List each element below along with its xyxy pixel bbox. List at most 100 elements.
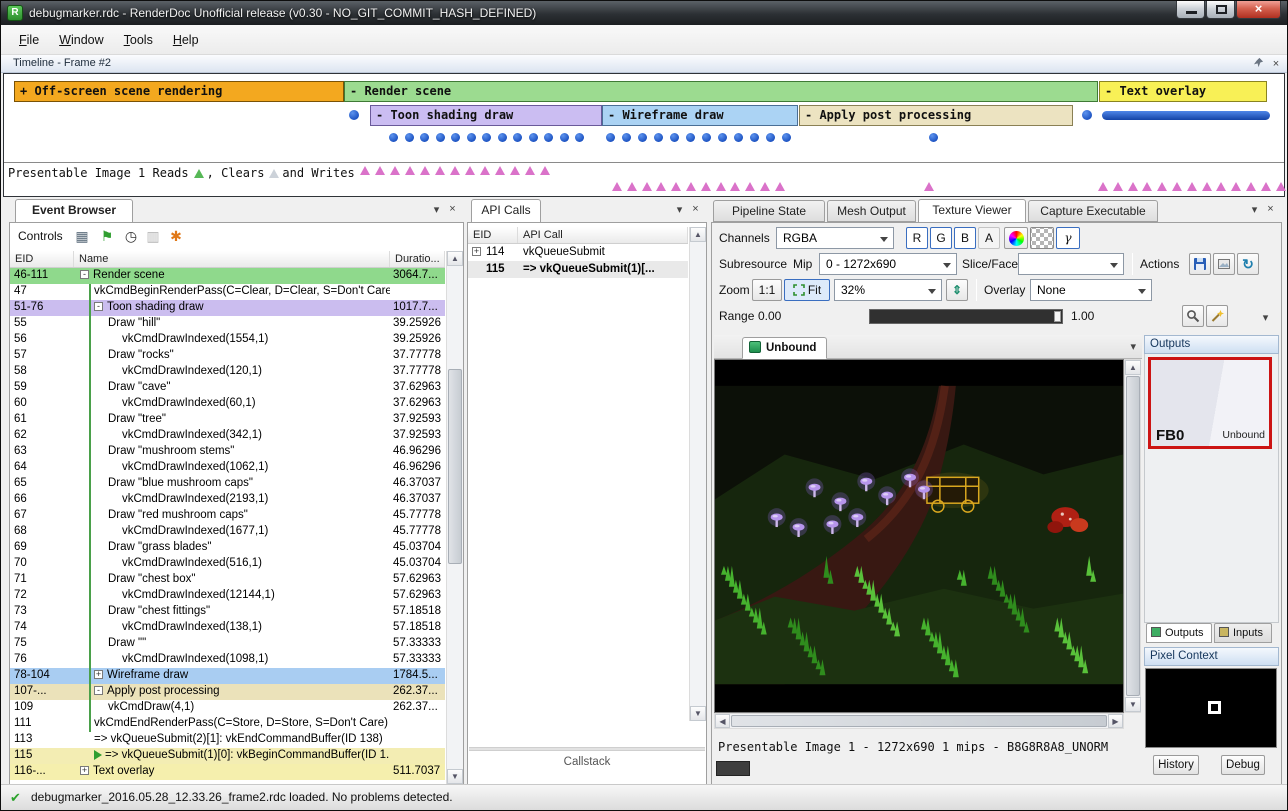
event-row[interactable]: 69Draw "grass blades"45.03704	[10, 540, 445, 556]
tab-texture-viewer[interactable]: Texture Viewer	[918, 199, 1026, 223]
scroll-down-icon[interactable]: ▼	[1125, 697, 1141, 712]
usage-triangle[interactable]	[1128, 182, 1138, 191]
maximize-button[interactable]	[1206, 1, 1235, 19]
channels-select[interactable]: RGBA	[776, 227, 894, 249]
slice-face-select[interactable]	[1018, 253, 1124, 275]
fb0-thumbnail[interactable]: FB0 Unbound	[1148, 357, 1272, 449]
bookmark-star-icon[interactable]: ✱	[166, 226, 186, 246]
usage-triangle[interactable]	[612, 182, 622, 191]
texture-vertical-scrollbar[interactable]: ▲ ▼	[1124, 359, 1141, 713]
callstack-label[interactable]: Callstack	[468, 756, 706, 768]
event-row[interactable]: 76vkCmdDrawIndexed(1098,1)57.33333	[10, 652, 445, 668]
event-row[interactable]: 71Draw "chest box"57.62963	[10, 572, 445, 588]
scroll-right-icon[interactable]: ▶	[1108, 714, 1123, 728]
event-row[interactable]: 113=> vkQueueSubmit(2)[1]: vkEndCommandB…	[10, 732, 445, 748]
alpha-checker-icon[interactable]	[1030, 227, 1054, 249]
overlay-select[interactable]: None	[1030, 279, 1152, 301]
timeline-marker-block[interactable]: - Toon shading draw	[370, 105, 602, 126]
event-browser-scrollbar[interactable]: ▲ ▼	[446, 251, 463, 784]
chevron-down-icon[interactable]: ▾	[1247, 203, 1262, 216]
usage-triangle[interactable]	[1276, 182, 1286, 191]
usage-triangle[interactable]	[405, 166, 415, 175]
texture-tab-unbound[interactable]: Unbound	[742, 337, 827, 359]
event-row[interactable]: 72vkCmdDrawIndexed(12144,1)57.62963	[10, 588, 445, 604]
range-min-value[interactable]: 0.00	[758, 305, 781, 327]
column-api-call[interactable]: API Call	[518, 227, 688, 243]
tab-mesh-output[interactable]: Mesh Output	[827, 200, 916, 222]
event-row[interactable]: 62vkCmdDrawIndexed(342,1)37.92593	[10, 428, 445, 444]
minimize-button[interactable]	[1176, 1, 1205, 19]
draw-call-dot[interactable]	[929, 133, 938, 142]
usage-triangle[interactable]	[510, 166, 520, 175]
usage-triangle[interactable]	[627, 182, 637, 191]
draw-call-dot[interactable]	[482, 133, 491, 142]
event-row[interactable]: 74vkCmdDrawIndexed(138,1)57.18518	[10, 620, 445, 636]
texture-list-dropdown-icon[interactable]: ▾	[1130, 340, 1136, 353]
scroll-thumb[interactable]	[1126, 376, 1140, 696]
menu-help[interactable]: Help	[163, 29, 209, 51]
draw-call-dot[interactable]	[405, 133, 414, 142]
draw-call-dot[interactable]	[702, 133, 711, 142]
tab-api-calls[interactable]: API Calls	[471, 199, 541, 223]
event-row[interactable]: 60vkCmdDrawIndexed(60,1)37.62963	[10, 396, 445, 412]
usage-triangle[interactable]	[525, 166, 535, 175]
tab-capture-executable[interactable]: Capture Executable	[1028, 200, 1158, 222]
close-button[interactable]: ×	[1236, 1, 1281, 19]
usage-triangle[interactable]	[730, 182, 740, 191]
column-name[interactable]: Name	[74, 251, 390, 267]
usage-triangle[interactable]	[540, 166, 550, 175]
usage-triangle[interactable]	[465, 166, 475, 175]
event-row[interactable]: 66vkCmdDrawIndexed(2193,1)46.37037	[10, 492, 445, 508]
usage-triangle[interactable]	[775, 182, 785, 191]
draw-call-pill[interactable]	[1102, 111, 1270, 120]
usage-triangle[interactable]	[1157, 182, 1167, 191]
channel-b-button[interactable]: B	[954, 227, 976, 249]
tab-event-browser[interactable]: Event Browser	[15, 199, 133, 223]
draw-call-dot[interactable]	[654, 133, 663, 142]
scroll-left-icon[interactable]: ◀	[715, 714, 730, 728]
timeline-close-icon[interactable]: ×	[1269, 57, 1283, 71]
scroll-thumb[interactable]	[448, 369, 462, 564]
api-table-header[interactable]: EID API Call	[468, 227, 688, 244]
collapse-icon[interactable]: -	[80, 270, 89, 279]
collapse-icon[interactable]: -	[94, 302, 103, 311]
flip-y-icon[interactable]: ⇕	[946, 279, 968, 301]
event-row[interactable]: 55Draw "hill"39.25926	[10, 316, 445, 332]
scroll-down-icon[interactable]: ▼	[447, 769, 463, 784]
usage-triangle[interactable]	[642, 182, 652, 191]
close-icon[interactable]: ×	[1263, 203, 1278, 215]
event-row[interactable]: 68vkCmdDrawIndexed(1677,1)45.77778	[10, 524, 445, 540]
usage-triangle[interactable]	[656, 182, 666, 191]
event-row[interactable]: 107-...-Apply post processing262.37...	[10, 684, 445, 700]
draw-call-dot[interactable]	[560, 133, 569, 142]
event-row[interactable]: 111vkCmdEndRenderPass(C=Store, D=Store, …	[10, 716, 445, 732]
event-row[interactable]: 47vkCmdBeginRenderPass(C=Clear, D=Clear,…	[10, 284, 445, 300]
usage-triangle[interactable]	[1187, 182, 1197, 191]
event-row[interactable]: 78-104+Wireframe draw1784.5...	[10, 668, 445, 684]
draw-call-dot[interactable]	[734, 133, 743, 142]
callstack-splitter[interactable]	[469, 747, 705, 751]
event-row[interactable]: 46-111-Render scene3064.7...	[10, 268, 445, 284]
usage-triangle[interactable]	[420, 166, 430, 175]
draw-call-dot[interactable]	[513, 133, 522, 142]
usage-triangle[interactable]	[686, 182, 696, 191]
draw-call-dot[interactable]	[638, 133, 647, 142]
draw-call-dot[interactable]	[750, 133, 759, 142]
timeline-marker-block[interactable]: - Apply post processing	[799, 105, 1073, 126]
usage-triangle[interactable]	[390, 166, 400, 175]
expand-icon[interactable]: +	[80, 766, 89, 775]
range-white-handle[interactable]	[1054, 311, 1061, 322]
stats-chart-icon[interactable]: ▥	[143, 226, 163, 246]
draw-call-dot[interactable]	[622, 133, 631, 142]
draw-call-dot[interactable]	[686, 133, 695, 142]
toolbar-overflow-icon[interactable]: ▾	[1258, 311, 1273, 324]
zoom-range-icon[interactable]	[1182, 305, 1204, 327]
color-wheel-icon[interactable]	[1004, 227, 1028, 249]
save-texture-icon[interactable]	[1189, 253, 1211, 275]
draw-call-dot[interactable]	[389, 133, 398, 142]
debug-button[interactable]: Debug	[1221, 755, 1265, 775]
usage-triangle[interactable]	[671, 182, 681, 191]
collapse-icon[interactable]: -	[94, 686, 103, 695]
draw-call-dot[interactable]	[670, 133, 679, 142]
event-row[interactable]: 57Draw "rocks"37.77778	[10, 348, 445, 364]
